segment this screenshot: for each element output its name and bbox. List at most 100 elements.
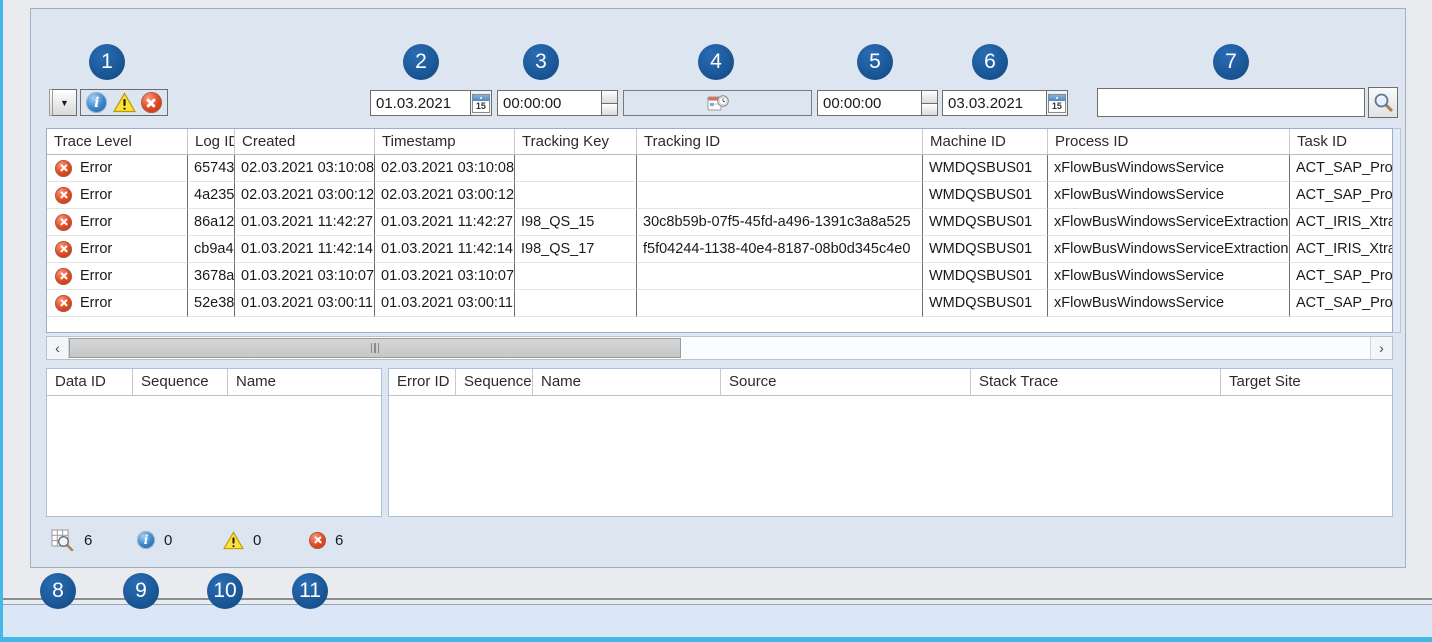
column-header-source[interactable]: Source [721,369,971,396]
date-from-input[interactable] [371,91,470,115]
scrollbar-thumb[interactable] [69,338,681,358]
warning-icon [223,531,244,550]
table-row[interactable]: Error cb9a49 01.03.2021 11:42:14 01.03.2… [47,236,1392,263]
table-row[interactable]: Error 3678a8 01.03.2021 03:10:07 01.03.2… [47,263,1392,290]
created-value: 01.03.2021 11:42:14 [235,236,375,263]
callout-5: 5 [857,44,893,80]
task-id-value: ACT_IRIS_Xtrac [1290,209,1393,236]
time-to-input[interactable] [818,91,921,115]
date-to-input[interactable] [943,91,1046,115]
info-filter-icon[interactable] [86,92,107,113]
callout-4: 4 [698,44,734,80]
column-header-task-id[interactable]: Task ID [1290,129,1393,155]
timestamp-value: 01.03.2021 11:42:14 [375,236,515,263]
column-header-machine-id[interactable]: Machine ID [923,129,1048,155]
callout-11: 11 [292,573,328,609]
tracking-key-value: I98_QS_15 [515,209,637,236]
task-id-value: ACT_SAP_Prod [1290,263,1393,290]
log-id-value: 65743d [188,155,235,182]
task-id-value: ACT_SAP_Prod [1290,155,1393,182]
column-header-name[interactable]: Name [228,369,382,396]
error-icon [55,268,72,285]
column-header-trace-level[interactable]: Trace Level [47,129,188,155]
log-id-value: cb9a49 [188,236,235,263]
spinner-up-button[interactable] [602,91,617,104]
timestamp-value: 01.03.2021 11:42:27 [375,209,515,236]
column-header-tracking-id[interactable]: Tracking ID [637,129,923,155]
window-statusbar [3,604,1432,637]
log-id-value: 52e389 [188,290,235,317]
task-id-value: ACT_IRIS_Xtrac [1290,236,1393,263]
scroll-left-arrow-icon[interactable]: ‹ [47,337,69,359]
log-id-value: 3678a8 [188,263,235,290]
spinner-up-button[interactable] [922,91,937,104]
log-grid: Trace Level Log ID Created Timestamp Tra… [46,128,1393,333]
window-bottom-border [0,637,1432,642]
process-id-value: xFlowBusWindowsService [1048,182,1290,209]
timestamp-value: 01.03.2021 03:10:07 [375,263,515,290]
machine-id-value: WMDQSBUS01 [923,263,1048,290]
spinner-down-button[interactable] [922,104,937,116]
timestamp-value: 01.03.2021 03:00:11 [375,290,515,317]
date-to-calendar-button[interactable]: 15 [1046,91,1067,115]
search-input[interactable] [1097,88,1365,117]
tracking-id-value [637,182,923,209]
task-id-value: ACT_SAP_Prod [1290,290,1393,317]
log-id-value: 86a126 [188,209,235,236]
callout-2: 2 [403,44,439,80]
trace-level-value: Error [80,290,112,316]
table-row[interactable]: Error 52e389 01.03.2021 03:00:11 01.03.2… [47,290,1392,317]
calendar-icon: 15 [472,94,490,113]
tracking-key-value [515,155,637,182]
time-from-spinner[interactable] [601,91,617,115]
tracking-key-value [515,182,637,209]
grid-vertical-scrollbar[interactable] [1393,128,1401,333]
spinner-down-button[interactable] [602,104,617,116]
column-header-sequence[interactable]: Sequence [456,369,533,396]
trace-level-dropdown-button[interactable]: ▼ [49,89,77,116]
process-id-value: xFlowBusWindowsService [1048,290,1290,317]
datetime-reset-button[interactable] [623,90,812,116]
column-header-sequence[interactable]: Sequence [133,369,228,396]
column-header-target-site[interactable]: Target Site [1221,369,1393,396]
process-id-value: xFlowBusWindowsService [1048,155,1290,182]
time-from-input[interactable] [498,91,601,115]
column-header-created[interactable]: Created [235,129,375,155]
time-to-field [817,90,938,116]
search-button[interactable] [1368,87,1398,118]
scroll-right-arrow-icon[interactable]: › [1370,337,1392,359]
table-row[interactable]: Error 4a235e 02.03.2021 03:00:12 02.03.2… [47,182,1392,209]
column-header-data-id[interactable]: Data ID [47,369,133,396]
column-header-name[interactable]: Name [533,369,721,396]
date-from-calendar-button[interactable]: 15 [470,91,491,115]
column-header-process-id[interactable]: Process ID [1048,129,1290,155]
created-value: 01.03.2021 11:42:27 [235,209,375,236]
column-header-stack-trace[interactable]: Stack Trace [971,369,1221,396]
time-to-spinner[interactable] [921,91,937,115]
error-icon [55,295,72,312]
status-counter-row: 6 0 0 6 [51,527,381,553]
grid-horizontal-scrollbar[interactable]: ‹ › [46,336,1393,360]
callout-6: 6 [972,44,1008,80]
created-value: 02.03.2021 03:00:12 [235,182,375,209]
time-from-field [497,90,618,116]
error-icon [55,187,72,204]
column-header-timestamp[interactable]: Timestamp [375,129,515,155]
tracking-id-value [637,155,923,182]
error-filter-icon[interactable] [141,92,162,113]
machine-id-value: WMDQSBUS01 [923,155,1048,182]
table-row[interactable]: Error 86a126 01.03.2021 11:42:27 01.03.2… [47,209,1392,236]
column-header-log-id[interactable]: Log ID [188,129,235,155]
machine-id-value: WMDQSBUS01 [923,236,1048,263]
data-detail-table: Data ID Sequence Name [46,368,382,517]
column-header-error-id[interactable]: Error ID [389,369,456,396]
tracking-id-value [637,290,923,317]
error-icon [55,214,72,231]
warning-count: 0 [253,532,261,549]
error-icon [309,532,326,549]
process-id-value: xFlowBusWindowsServiceExtraction [1048,236,1290,263]
info-icon [137,531,155,549]
column-header-tracking-key[interactable]: Tracking Key [515,129,637,155]
warning-filter-icon[interactable] [113,92,136,113]
table-row[interactable]: Error 65743d 02.03.2021 03:10:08 02.03.2… [47,155,1392,182]
